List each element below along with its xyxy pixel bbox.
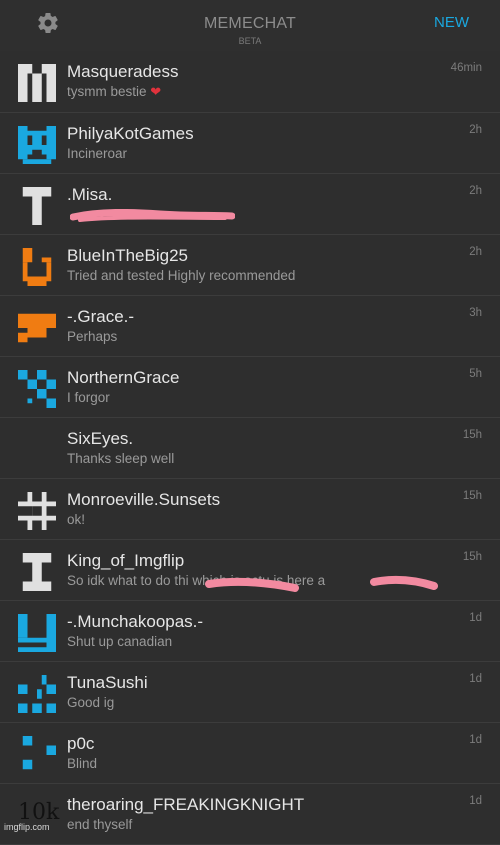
chat-time: 15h [462, 429, 482, 441]
chat-time: 3h [469, 307, 482, 319]
chat-username: King_of_Imgflip [67, 551, 185, 570]
avatar [18, 736, 56, 774]
chat-username: TunaSushi [67, 673, 148, 692]
chat-time: 1d [469, 612, 482, 624]
app-title: MEMECHAT [204, 15, 296, 32]
chat-username: NorthernGrace [67, 368, 180, 387]
chat-row[interactable]: theroaring_FREAKINGKNIGHT end thyself 1d [0, 784, 500, 845]
avatar [18, 675, 56, 713]
chat-preview-text: tysmm bestie [67, 84, 147, 99]
chat-time: 1d [469, 673, 482, 685]
chat-time: 15h [462, 490, 482, 502]
chat-preview: So idk what to do thi which is actu is h… [67, 573, 326, 588]
chat-row[interactable]: TunaSushi Good ig 1d [0, 662, 500, 723]
avatar [18, 64, 56, 102]
avatar [18, 431, 56, 469]
chat-row[interactable]: p0c Blind 1d [0, 723, 500, 784]
chat-preview: ok! [67, 512, 86, 527]
chat-preview: Blind [67, 756, 98, 771]
chat-list: Masqueradess tysmm bestie ❤ 46min Philya… [0, 51, 500, 845]
avatar [18, 126, 56, 164]
chat-preview: end thyself [67, 817, 133, 832]
redaction-scribble [70, 208, 235, 222]
chat-username: -.Munchakoopas.- [67, 612, 204, 631]
chat-preview: Shut up canadian [67, 634, 173, 649]
chat-row[interactable]: NorthernGrace I forgor 5h [0, 357, 500, 418]
chat-row[interactable]: -.Munchakoopas.- Shut up canadian 1d [0, 601, 500, 662]
app-subtitle: BETA [238, 36, 262, 46]
chat-username: theroaring_FREAKINGKNIGHT [67, 795, 305, 814]
chat-preview: Tried and tested Highly recommended [67, 268, 296, 283]
chat-preview: Incineroar [67, 146, 128, 161]
chat-row[interactable]: -.Grace.- Perhaps 3h [0, 296, 500, 357]
chat-row[interactable]: King_of_Imgflip So idk what to do thi wh… [0, 540, 500, 601]
watermark-small-text: imgflip.com [4, 822, 50, 832]
avatar [18, 187, 56, 225]
chat-time: 1d [469, 795, 482, 807]
chat-time: 5h [469, 368, 482, 380]
chat-preview: Perhaps [67, 329, 118, 344]
chat-preview: Thanks sleep well [67, 451, 175, 466]
new-chat-button[interactable]: NEW [434, 14, 469, 31]
avatar [18, 370, 56, 408]
chat-username: Masqueradess [67, 62, 179, 81]
chat-row[interactable]: Monroeville.Sunsets ok! 15h [0, 479, 500, 540]
chat-row[interactable]: .Misa. 2h [0, 174, 500, 235]
chat-preview: tysmm bestie ❤ [67, 84, 485, 100]
chat-time: 2h [469, 246, 482, 258]
chat-time: 2h [469, 124, 482, 136]
chat-row[interactable]: SixEyes. Thanks sleep well 15h [0, 418, 500, 479]
chat-username: -.Grace.- [67, 307, 135, 326]
avatar [18, 248, 56, 286]
chat-time: 1d [469, 734, 482, 746]
chat-username: Monroeville.Sunsets [67, 490, 221, 509]
chat-username: PhilyaKotGames [67, 124, 194, 143]
chat-time: 15h [462, 551, 482, 563]
chat-row[interactable]: BlueInTheBig25 Tried and tested Highly r… [0, 235, 500, 296]
chat-username: .Misa. [67, 185, 113, 204]
avatar [18, 492, 56, 530]
chat-time: 46min [450, 62, 482, 74]
chat-row[interactable]: PhilyaKotGames Incineroar 2h [0, 113, 500, 174]
avatar [18, 309, 56, 347]
chat-username: SixEyes. [67, 429, 134, 448]
avatar [18, 553, 56, 591]
chat-preview: I forgor [67, 390, 110, 405]
chat-row[interactable]: Masqueradess tysmm bestie ❤ 46min [0, 51, 500, 113]
chat-time: 2h [469, 185, 482, 197]
avatar [18, 614, 56, 652]
chat-username: BlueInTheBig25 [67, 246, 188, 265]
imgflip-watermark: 10k imgflip.com [2, 800, 62, 836]
chat-preview: Good ig [67, 695, 115, 710]
chat-username: p0c [67, 734, 95, 753]
heart-icon: ❤ [150, 84, 162, 99]
